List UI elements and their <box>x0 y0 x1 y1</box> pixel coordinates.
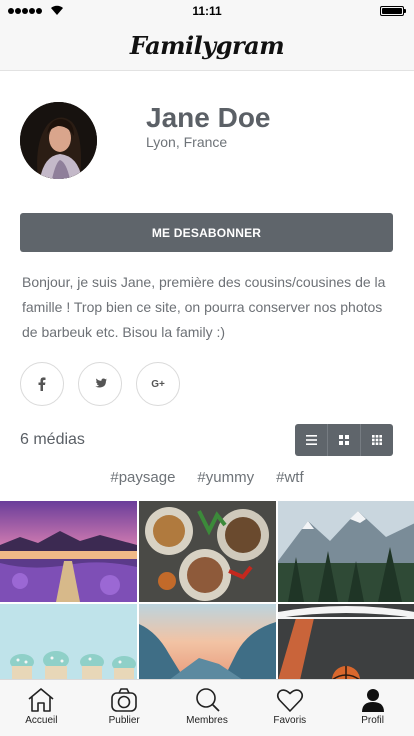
unfollow-button[interactable]: ME DESABONNER <box>20 213 393 252</box>
twitter-icon <box>95 378 107 388</box>
grid-large-icon <box>339 435 349 445</box>
status-time: 11:11 <box>192 4 222 18</box>
profile-location: Lyon, France <box>146 134 228 150</box>
user-icon <box>361 689 384 712</box>
avatar[interactable] <box>20 102 97 179</box>
grid-small-icon <box>372 435 382 445</box>
food-plates-photo[interactable] <box>139 501 276 602</box>
list-icon <box>305 435 317 445</box>
grid-large-view-button[interactable] <box>328 424 361 456</box>
app-logo[interactable]: Familygram <box>130 31 285 60</box>
hashtag-list: #paysage #yummy #wtf <box>0 469 414 486</box>
valley-sunrise-photo[interactable] <box>139 604 276 680</box>
profile-bio: Bonjour, je suis Jane, première des cous… <box>22 274 386 340</box>
search-icon <box>196 688 220 712</box>
bottom-tab-bar: Accueil Publier Membres Favoris Profil <box>0 679 414 736</box>
google-plus-icon: G+ <box>151 378 165 390</box>
tab-label: Accueil <box>25 715 58 726</box>
hashtag-wtf[interactable]: #wtf <box>276 469 304 486</box>
basketball-court-photo[interactable] <box>278 604 414 680</box>
twitter-button[interactable] <box>78 362 122 406</box>
lavender-lake-photo[interactable] <box>0 501 137 602</box>
facebook-button[interactable] <box>20 362 64 406</box>
media-gallery <box>0 501 414 680</box>
home-icon <box>28 688 54 712</box>
tab-label: Membres <box>186 715 228 726</box>
avatar-photo <box>20 102 97 179</box>
mountain-forest-photo[interactable] <box>278 501 414 602</box>
list-view-button[interactable] <box>295 424 328 456</box>
tab-label: Publier <box>108 715 140 726</box>
google-plus-button[interactable]: G+ <box>136 362 180 406</box>
tab-profil[interactable]: Profil <box>331 680 414 736</box>
tab-publier[interactable]: Publier <box>83 680 166 736</box>
app-header: Familygram <box>0 22 414 71</box>
battery-level <box>382 8 402 14</box>
social-links: G+ <box>20 362 180 406</box>
tab-accueil[interactable]: Accueil <box>0 680 83 736</box>
status-bar: 11:11 <box>0 0 414 22</box>
tab-label: Favoris <box>273 715 307 726</box>
view-mode-toggle <box>295 424 393 456</box>
profile-name: Jane Doe <box>146 102 271 133</box>
tab-favoris[interactable]: Favoris <box>248 680 331 736</box>
tab-membres[interactable]: Membres <box>166 680 249 736</box>
tab-label: Profil <box>361 715 384 726</box>
cupcakes-photo[interactable] <box>0 604 137 680</box>
camera-icon <box>111 688 137 712</box>
facebook-icon <box>38 377 46 391</box>
battery-icon <box>380 6 406 16</box>
heart-icon <box>276 689 303 712</box>
hashtag-paysage[interactable]: #paysage <box>110 469 175 486</box>
hashtag-yummy[interactable]: #yummy <box>197 469 254 486</box>
media-count: 6 médias <box>20 431 85 448</box>
grid-small-view-button[interactable] <box>361 424 393 456</box>
